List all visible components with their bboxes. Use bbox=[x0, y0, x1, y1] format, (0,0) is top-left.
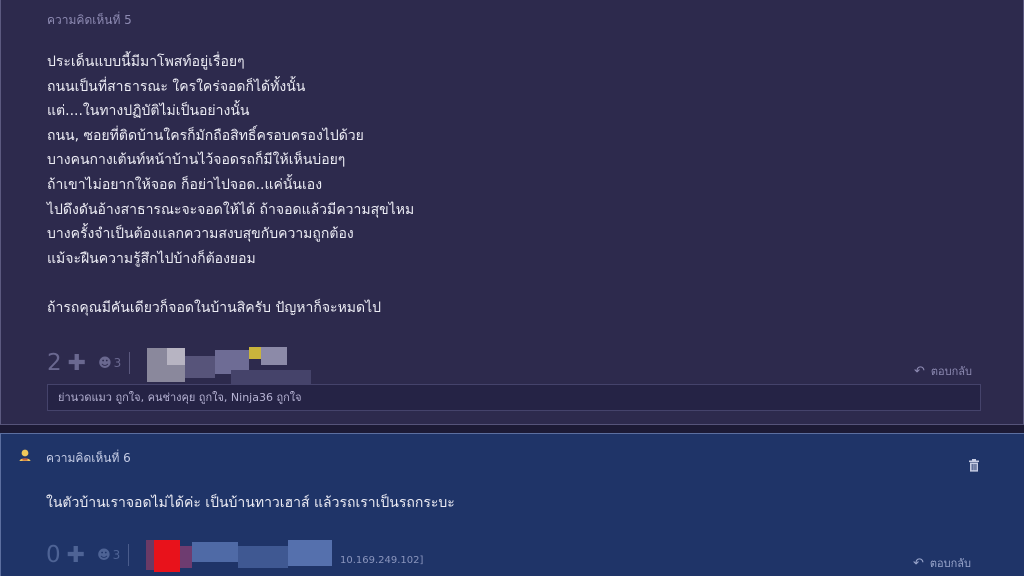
comment-line: ไปดึงดันอ้างสาธารณะจะจอดให้ได้ ถ้าจอดแล้… bbox=[47, 201, 415, 218]
comment-5: ความคิดเห็นที่ 5 ประเด็นแบบนี้มีมาโพสท์อ… bbox=[0, 0, 1024, 425]
ip-address: 10.169.249.102] bbox=[340, 555, 424, 566]
comment-line: ถนนเป็นที่สาธารณะ ใครใคร่จอดก็ได้ทั้งนั้… bbox=[47, 78, 306, 95]
reply-arrow-icon: ↶ bbox=[914, 363, 925, 379]
comment-line: บางคนกางเต้นท์หน้าบ้านไว้จอดรถก็มีให้เห็… bbox=[47, 152, 346, 169]
reply-button[interactable]: ↶ ตอบกลับ bbox=[913, 554, 971, 572]
vote-count: 2 bbox=[47, 350, 62, 376]
plus-icon[interactable]: ✚ bbox=[67, 543, 85, 568]
comment-line: ถ้าเขาไม่อยากให้จอด ก็อย่าไปจอด..แค่นั้น… bbox=[47, 176, 323, 193]
emotion-icon: ☻ bbox=[97, 547, 111, 563]
emotion-counter[interactable]: ☻ 3 bbox=[97, 548, 120, 563]
comment-text: ในตัวบ้านเราจอดไม่ได้ค่ะ เป็นบ้านทาวเฮาส… bbox=[46, 495, 455, 511]
comment-line: แต่....ในทางปฏิบัติไม่เป็นอย่างนั้น bbox=[47, 103, 250, 120]
reply-button[interactable]: ↶ ตอบกลับ bbox=[914, 362, 972, 380]
comment-line: ถ้ารถคุณมีคันเดียวก็จอดในบ้านสิครับ ปัญห… bbox=[47, 299, 382, 316]
plus-icon[interactable]: ✚ bbox=[68, 351, 86, 376]
comment-body: ประเด็นแบบนี้มีมาโพสท์อยู่เรื่อยๆ ถนนเป็… bbox=[47, 50, 414, 321]
likes-bar[interactable]: ย่านวดแมว ถูกใจ, คนช่างคุย ถูกใจ, Ninja3… bbox=[47, 384, 981, 411]
comment-line: ประเด็นแบบนี้มีมาโพสท์อยู่เรื่อยๆ bbox=[47, 54, 245, 70]
blank-line bbox=[47, 271, 414, 296]
trash-icon[interactable] bbox=[968, 459, 980, 472]
reply-arrow-icon: ↶ bbox=[913, 555, 924, 571]
emotion-counter[interactable]: ☻ 3 bbox=[98, 356, 121, 371]
comment-header: ความคิดเห็นที่ 6 bbox=[46, 451, 131, 465]
user-badge-icon bbox=[19, 449, 31, 461]
emotion-icon: ☻ bbox=[98, 355, 112, 371]
comment-meta: 2 ✚ ☻ 3 bbox=[47, 350, 131, 376]
comment-line: บางครั้งจำเป็นต้องแลกความสงบสุขกับความถู… bbox=[47, 226, 354, 243]
comment-meta: 0 ✚ ☻ 3 bbox=[46, 542, 130, 568]
comment-header: ความคิดเห็นที่ 5 bbox=[47, 13, 132, 27]
vote-count: 0 bbox=[46, 542, 61, 568]
divider bbox=[128, 544, 130, 566]
divider bbox=[129, 352, 131, 374]
comment-line: ถนน, ซอยที่ติดบ้านใครก็มักถือสิทธิ์ครอบค… bbox=[47, 127, 364, 144]
comment-line: แม้จะฝืนความรู้สึกไปบ้างก็ต้องยอม bbox=[47, 250, 256, 267]
